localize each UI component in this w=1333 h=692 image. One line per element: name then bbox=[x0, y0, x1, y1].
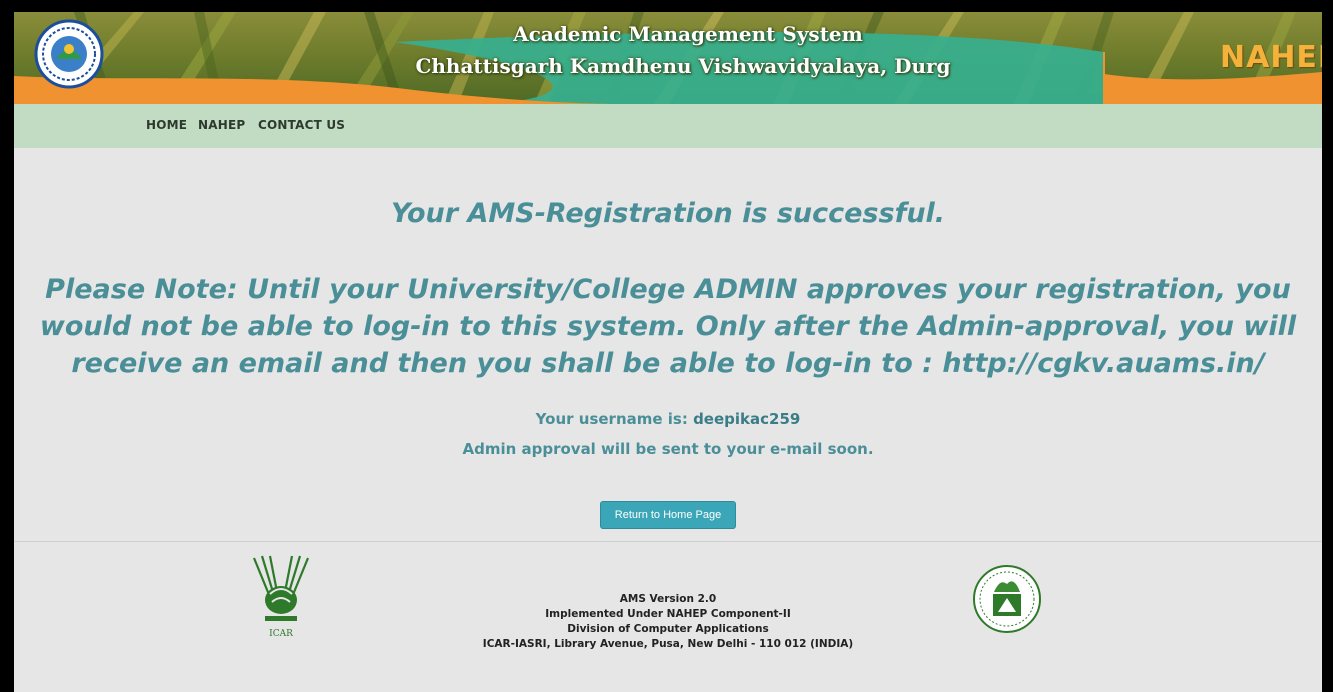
university-name: Chhattisgarh Kamdhenu Vishwavidyalaya, D… bbox=[415, 54, 951, 78]
username-value: deepikac259 bbox=[693, 410, 801, 428]
footer-info: AMS Version 2.0 Implemented Under NAHEP … bbox=[14, 592, 1322, 652]
return-home-button[interactable]: Return to Home Page bbox=[600, 501, 736, 529]
footer-version: AMS Version 2.0 bbox=[619, 593, 717, 605]
footer-implemented: Implemented Under NAHEP Component-II bbox=[545, 608, 791, 620]
nav-item-home[interactable]: HOME bbox=[146, 118, 187, 132]
footer-divider bbox=[14, 541, 1322, 542]
nav-item-contact-us[interactable]: CONTACT US bbox=[258, 118, 345, 132]
nahep-logo: NAHEP bbox=[1220, 40, 1322, 75]
approval-note: Please Note: Until your University/Colle… bbox=[14, 271, 1322, 382]
nav-item-nahep[interactable]: NAHEP bbox=[198, 118, 245, 132]
username-line: Your username is: deepikac259 bbox=[14, 410, 1322, 428]
approval-info: Admin approval will be sent to your e-ma… bbox=[462, 440, 874, 458]
footer-division: Division of Computer Applications bbox=[567, 623, 769, 635]
footer-address: ICAR-IASRI, Library Avenue, Pusa, New De… bbox=[482, 638, 854, 650]
note-label: Please Note: bbox=[45, 274, 238, 305]
top-nav: HOME NAHEP CONTACT US bbox=[14, 104, 1322, 148]
registration-success-message: Your AMS-Registration is successful. bbox=[390, 198, 946, 229]
header-banner: Academic Management System Chhattisgarh … bbox=[14, 12, 1322, 104]
app-title: Academic Management System bbox=[513, 22, 863, 46]
page-frame: Academic Management System Chhattisgarh … bbox=[14, 12, 1322, 692]
institute-seal-logo bbox=[973, 565, 1041, 633]
username-label: Your username is: bbox=[535, 410, 694, 428]
